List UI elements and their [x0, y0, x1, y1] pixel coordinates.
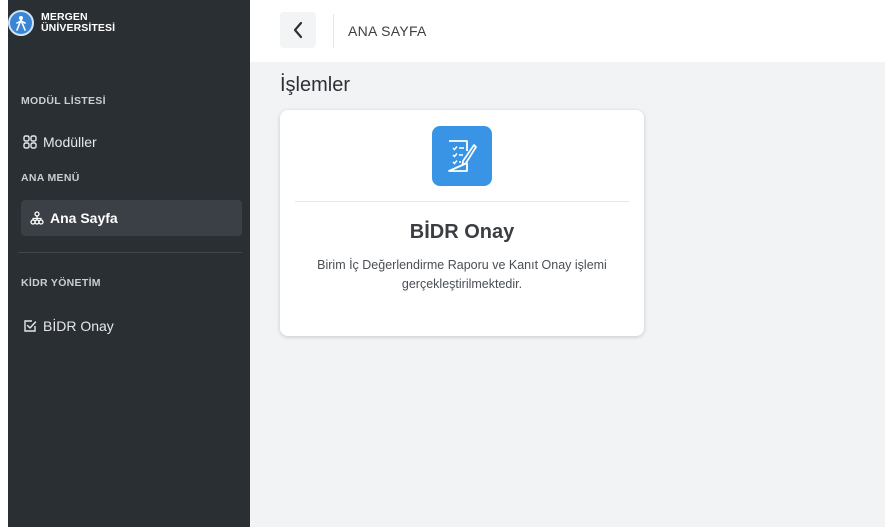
sidebar-item-label: Modüller: [43, 134, 97, 150]
page-title: İşlemler: [280, 74, 351, 96]
sidebar-item-label: Ana Sayfa: [50, 210, 118, 226]
card-divider: [295, 201, 629, 202]
sidebar-item-label: BİDR Onay: [43, 318, 114, 334]
section-title-kidr-yonetim: KİDR YÖNETİM: [21, 277, 101, 289]
window-edge: [0, 0, 8, 527]
section-title-ana-menu: ANA MENÜ: [21, 172, 80, 184]
sidebar: MERGEN ÜNİVERSİTESİ MODÜL LİSTESİ Modüll…: [8, 0, 250, 527]
checkbox-icon: [21, 317, 39, 335]
top-header: ANA SAYFA: [250, 0, 885, 62]
page-breadcrumb: ANA SAYFA: [348, 23, 427, 39]
back-button[interactable]: [280, 12, 316, 48]
main-content: İşlemler BİDR Onay Birim İç Değerlendirm…: [250, 62, 885, 527]
header-divider: [333, 14, 334, 48]
sidebar-item-ana-sayfa[interactable]: Ana Sayfa: [21, 200, 242, 236]
module-card-bidr-onay[interactable]: BİDR Onay Birim İç Değerlendirme Raporu …: [280, 110, 644, 336]
grid-icon: [21, 133, 39, 151]
brand[interactable]: MERGEN ÜNİVERSİTESİ: [8, 6, 115, 40]
university-logo-icon: [8, 10, 34, 36]
section-title-modul-listesi: MODÜL LİSTESİ: [21, 95, 106, 107]
sidebar-divider: [18, 252, 242, 253]
sidebar-item-bidr-onay[interactable]: BİDR Onay: [21, 308, 114, 344]
sidebar-item-moduller[interactable]: Modüller: [21, 124, 97, 160]
card-description: Birim İç Değerlendirme Raporu ve Kanıt O…: [317, 258, 607, 291]
chevron-left-icon: [293, 21, 303, 39]
sitemap-icon: [28, 209, 46, 227]
brand-name-line2: ÜNİVERSİTESİ: [41, 22, 116, 34]
document-edit-icon: [432, 126, 492, 186]
card-title: BİDR Onay: [409, 221, 515, 243]
